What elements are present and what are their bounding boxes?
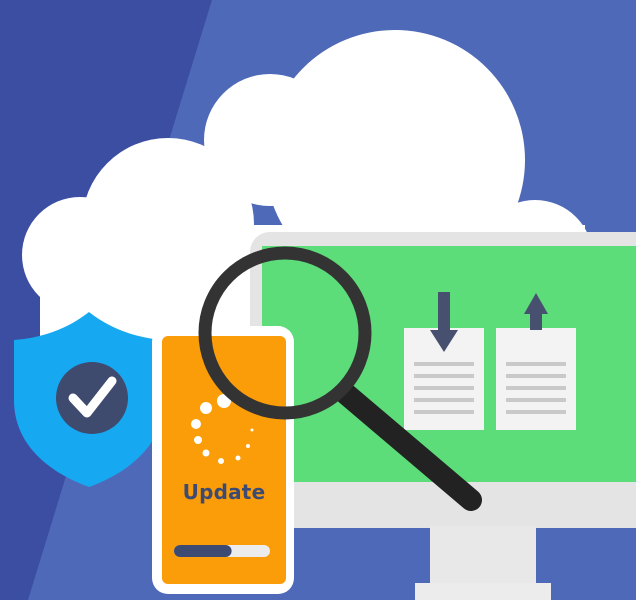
monitor-stand-base [415,583,551,600]
update-label: Update [182,480,266,504]
check-badge [56,362,128,434]
update-progress-bar [174,545,270,557]
monitor-stand-neck [430,526,536,586]
scene-graphics [0,0,636,600]
upload-document-icon [496,328,576,430]
illustration: Update [0,0,636,600]
progress-fill [174,545,232,557]
